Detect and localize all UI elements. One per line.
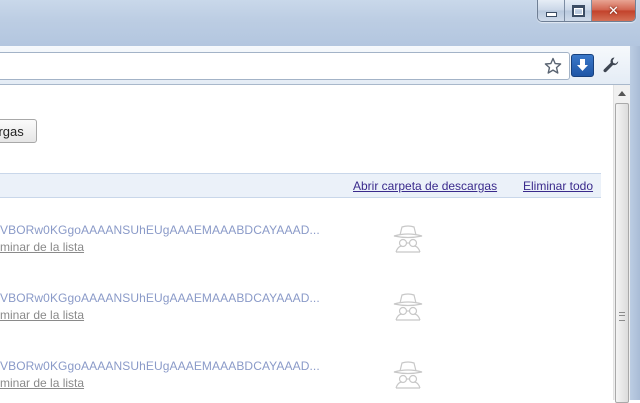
window-controls: ✕ bbox=[537, 0, 636, 22]
downloads-header-bar: Abrir carpeta de descargas Eliminar todo bbox=[0, 173, 601, 198]
remove-from-list-link[interactable]: minar de la lista bbox=[0, 240, 84, 254]
window-frame-right bbox=[630, 46, 640, 400]
download-item: VBORw0KGgoAAAANSUhEUgAAAEMAAABDCAYAAAD..… bbox=[0, 359, 600, 400]
remove-from-list-link[interactable]: minar de la lista bbox=[0, 376, 84, 390]
minimize-icon bbox=[545, 11, 557, 17]
maximize-button[interactable] bbox=[565, 0, 592, 21]
minimize-button[interactable] bbox=[538, 0, 565, 21]
download-icon[interactable] bbox=[571, 54, 594, 77]
browser-toolbar bbox=[0, 46, 640, 85]
open-downloads-folder-link[interactable]: Abrir carpeta de descargas bbox=[353, 179, 497, 193]
window-titlebar: ✕ bbox=[0, 0, 640, 46]
downloads-page: escargas Abrir carpeta de descargas Elim… bbox=[0, 85, 613, 400]
scrollbar-thumb[interactable] bbox=[615, 103, 629, 403]
wrench-icon[interactable] bbox=[601, 55, 621, 75]
address-bar[interactable] bbox=[0, 52, 570, 80]
incognito-icon bbox=[393, 361, 423, 389]
clear-downloads-button[interactable]: escargas bbox=[0, 119, 37, 143]
scrollbar-grip-icon bbox=[619, 312, 625, 321]
star-icon[interactable] bbox=[544, 57, 562, 75]
download-item-name[interactable]: VBORw0KGgoAAAANSUhEUgAAAEMAAABDCAYAAAD..… bbox=[0, 223, 320, 237]
scroll-up-arrow-icon[interactable] bbox=[614, 85, 630, 102]
clear-all-link[interactable]: Eliminar todo bbox=[523, 179, 593, 193]
incognito-icon bbox=[393, 293, 423, 321]
vertical-scrollbar[interactable] bbox=[613, 85, 630, 403]
incognito-icon bbox=[393, 225, 423, 253]
download-item-name[interactable]: VBORw0KGgoAAAANSUhEUgAAAEMAAABDCAYAAAD..… bbox=[0, 359, 320, 373]
remove-from-list-link[interactable]: minar de la lista bbox=[0, 308, 84, 322]
maximize-icon bbox=[571, 4, 585, 17]
close-icon: ✕ bbox=[608, 3, 619, 18]
download-item: VBORw0KGgoAAAANSUhEUgAAAEMAAABDCAYAAAD..… bbox=[0, 223, 600, 273]
download-item-name[interactable]: VBORw0KGgoAAAANSUhEUgAAAEMAAABDCAYAAAD..… bbox=[0, 291, 320, 305]
download-item: VBORw0KGgoAAAANSUhEUgAAAEMAAABDCAYAAAD..… bbox=[0, 291, 600, 341]
close-button[interactable]: ✕ bbox=[592, 0, 635, 21]
